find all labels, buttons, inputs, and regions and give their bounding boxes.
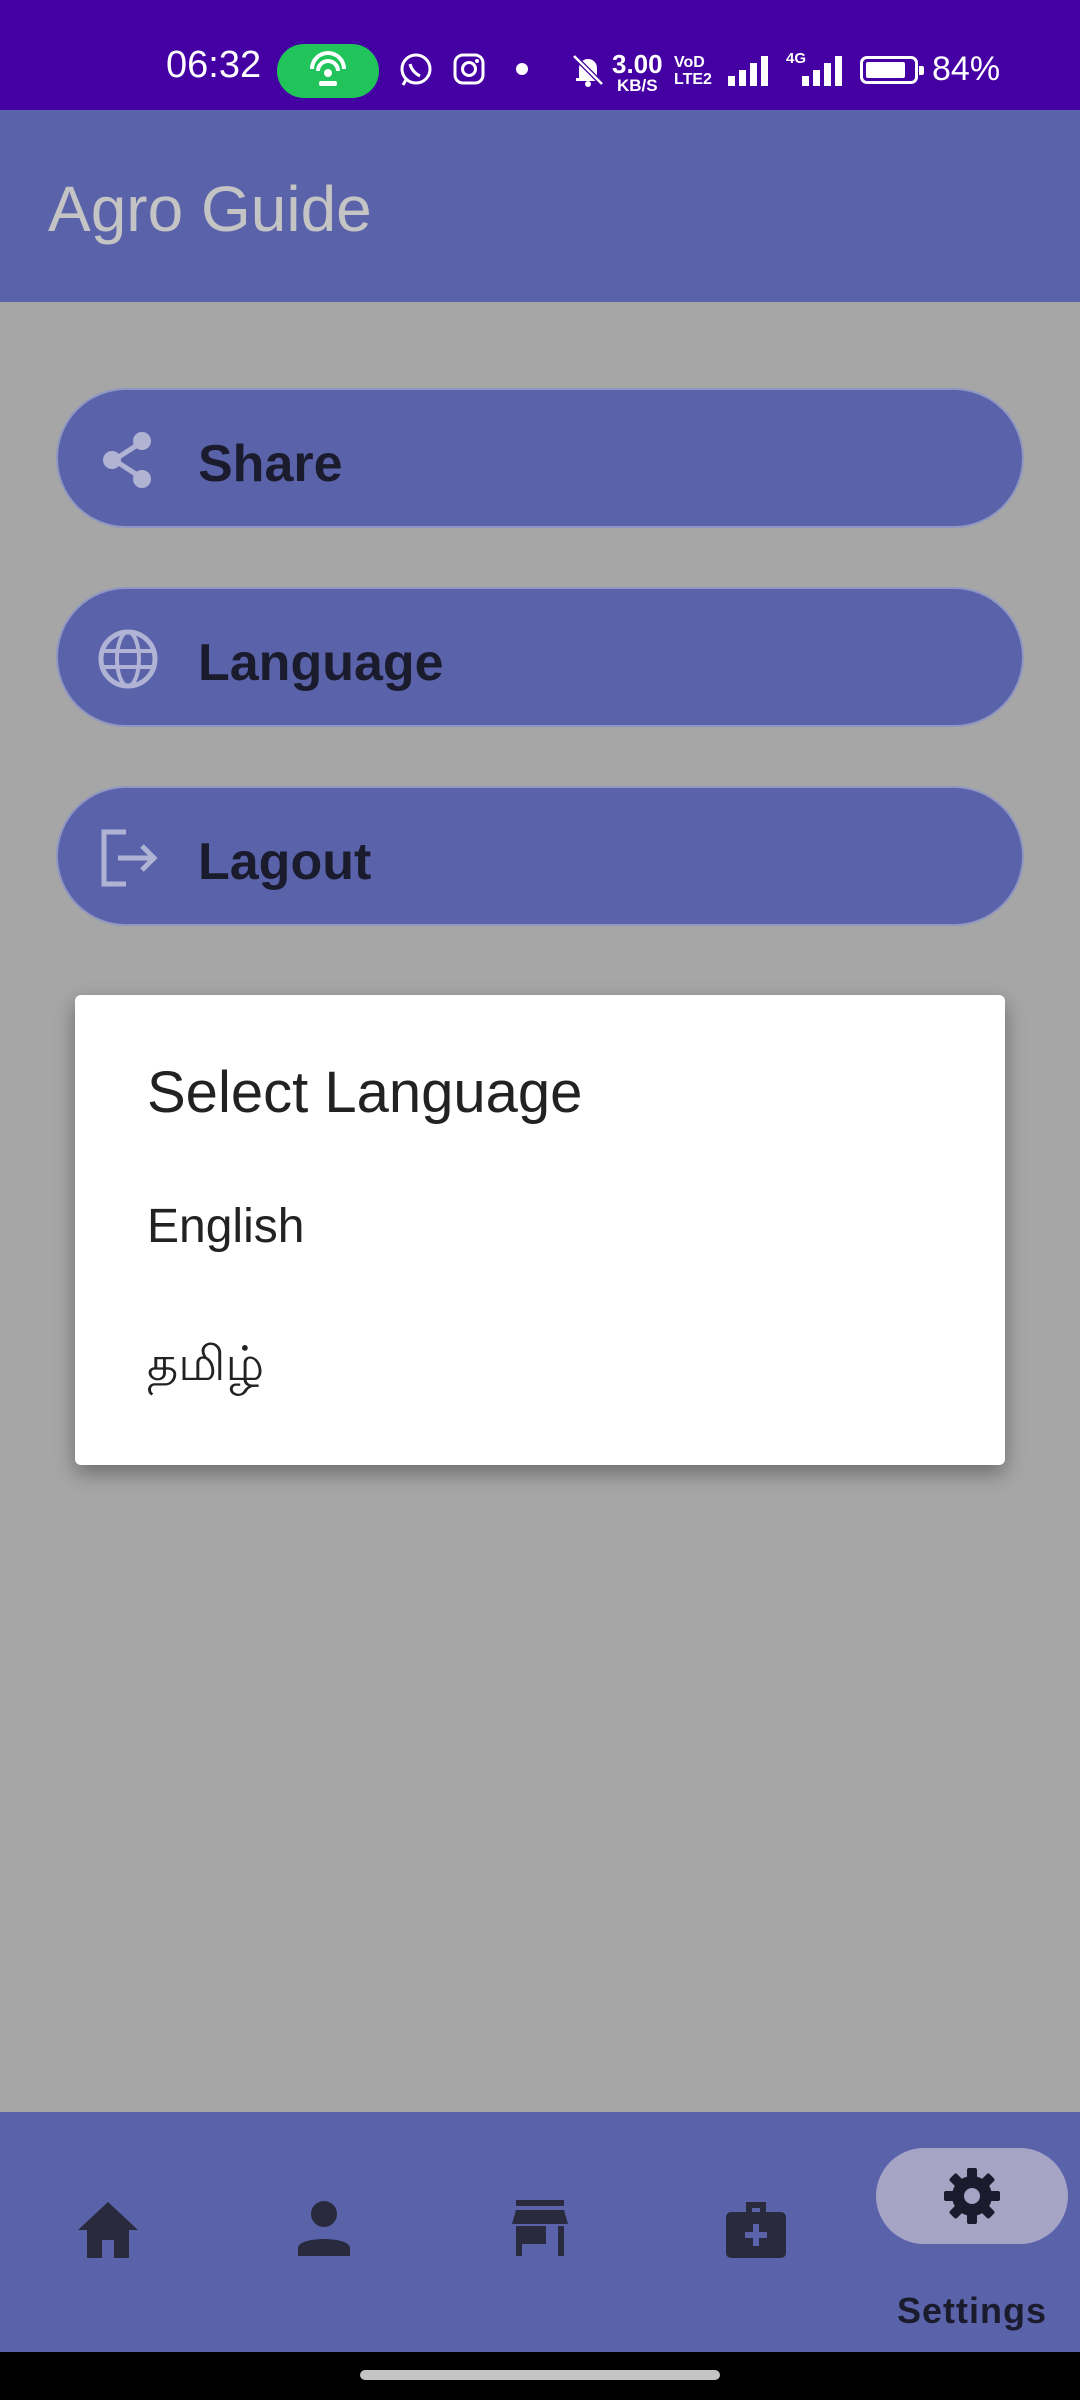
language-label: Language (198, 634, 444, 692)
volte-top: VoD (674, 54, 705, 71)
medical-kit-icon (726, 2202, 786, 2258)
volte-indicator: VoD LTE2 (674, 54, 712, 88)
share-label: Share (198, 435, 343, 493)
gear-icon (944, 2168, 1000, 2224)
bottom-navigation: Settings (0, 2112, 1080, 2352)
speed-unit: KB/S (616, 76, 658, 95)
app-title: Agro Guide (48, 173, 372, 245)
nav-profile[interactable] (256, 2112, 392, 2352)
language-button[interactable]: Language (56, 587, 1024, 727)
app-bar: Agro Guide (0, 110, 1080, 302)
store-icon (512, 2200, 568, 2256)
gesture-handle[interactable] (360, 2370, 720, 2380)
signal-icon (728, 56, 768, 86)
hotspot-indicator (277, 44, 379, 98)
logout-button[interactable]: Lagout (56, 786, 1024, 926)
logout-icon (101, 829, 158, 887)
signal-4g-icon (802, 56, 842, 86)
instagram-icon (453, 53, 485, 85)
person-icon (298, 2201, 350, 2256)
gesture-nav-area (0, 2352, 1080, 2400)
logout-label: Lagout (198, 833, 372, 891)
share-button[interactable]: Share (56, 388, 1024, 528)
whatsapp-icon (400, 53, 432, 86)
language-option-english[interactable]: English (147, 1199, 927, 1279)
nav-settings-label: Settings (896, 2290, 1047, 2331)
network-speed: 3.00 KB/S (612, 49, 663, 96)
dialog-title: Select Language (147, 1060, 583, 1125)
share-icon (103, 432, 151, 488)
language-option-tamil[interactable]: தமிழ் (147, 1337, 927, 1417)
nav-medical[interactable] (688, 2112, 824, 2352)
battery-icon (860, 56, 924, 84)
status-time: 06:32 (166, 44, 262, 86)
nav-active-indicator[interactable] (876, 2148, 1068, 2244)
nav-home[interactable] (40, 2112, 176, 2352)
speed-value: 3.00 (612, 49, 663, 79)
volte-bottom: LTE2 (674, 71, 712, 88)
status-bar: 06:32 3.00 KB/S VoD LTE2 4G 84% (0, 0, 1080, 110)
hotspot-icon (310, 51, 346, 86)
battery-percent: 84% (932, 50, 1001, 88)
nav-store[interactable] (472, 2112, 608, 2352)
globe-icon (98, 629, 158, 689)
bell-muted-icon (572, 54, 604, 87)
notification-dot-icon (516, 63, 528, 75)
home-icon (78, 2202, 138, 2258)
select-language-dialog: Select Language English தமிழ் (75, 995, 1005, 1465)
